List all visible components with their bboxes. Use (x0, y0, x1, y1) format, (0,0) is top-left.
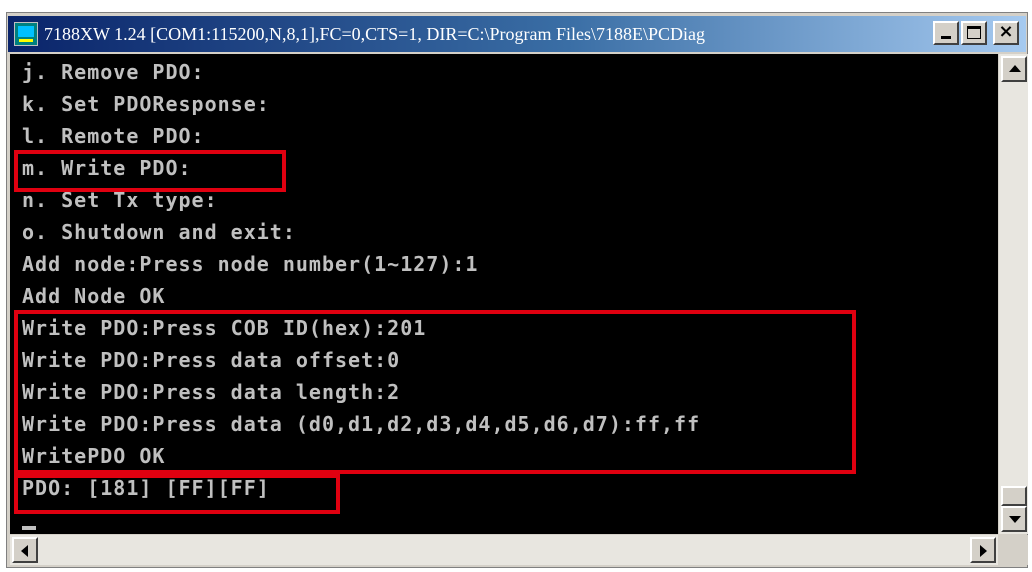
vertical-scrollbar[interactable] (999, 54, 1028, 534)
console-line-remote-pdo: l. Remote PDO: (22, 124, 205, 148)
vertical-scroll-thumb[interactable] (1001, 486, 1027, 506)
console-line-cob-id: Write PDO:Press COB ID(hex):201 (22, 316, 427, 340)
console-line-write-pdo-menu: m. Write PDO: (22, 156, 192, 180)
console-line-write-pdo-ok: WritePDO OK (22, 444, 166, 468)
close-icon: × (998, 21, 1014, 42)
console-line-add-node-ok: Add Node OK (22, 284, 166, 308)
scroll-up-button[interactable] (1001, 56, 1027, 82)
arrow-right-icon (980, 545, 987, 557)
console-line-remove-pdo: j. Remove PDO: (22, 60, 205, 84)
text-cursor (22, 526, 36, 530)
minimize-icon (941, 36, 951, 39)
size-grip[interactable] (999, 535, 1028, 565)
console-line-data-offset: Write PDO:Press data offset:0 (22, 348, 401, 372)
console-line-data-values: Write PDO:Press data (d0,d1,d2,d3,d4,d5,… (22, 412, 701, 436)
console-line-set-pdo-response: k. Set PDOResponse: (22, 92, 270, 116)
console-line-add-node-prompt: Add node:Press node number(1~127):1 (22, 252, 479, 276)
console-line-pdo-result: PDO: [181] [FF][FF] (22, 476, 270, 500)
app-icon-screen (18, 26, 34, 37)
scroll-left-button[interactable] (12, 537, 38, 563)
minimize-button[interactable] (933, 21, 959, 45)
app-icon-bar (19, 39, 33, 42)
arrow-up-icon (1009, 65, 1021, 72)
window-title: 7188XW 1.24 [COM1:115200,N,8,1],FC=0,CTS… (44, 24, 705, 44)
console-line-set-tx-type: n. Set Tx type: (22, 188, 218, 212)
scroll-down-button[interactable] (1001, 506, 1027, 532)
maximize-icon (967, 26, 981, 39)
console-output[interactable]: j. Remove PDO: k. Set PDOResponse: l. Re… (10, 54, 998, 534)
title-bar[interactable]: 7188XW 1.24 [COM1:115200,N,8,1],FC=0,CTS… (8, 16, 1026, 52)
arrow-left-icon (21, 545, 28, 557)
console-line-shutdown: o. Shutdown and exit: (22, 220, 296, 244)
arrow-down-icon (1009, 516, 1021, 523)
app-icon[interactable] (14, 22, 38, 46)
horizontal-scrollbar[interactable] (10, 535, 998, 565)
scroll-right-button[interactable] (970, 537, 996, 563)
console-line-data-length: Write PDO:Press data length:2 (22, 380, 401, 404)
close-button[interactable]: × (993, 21, 1019, 45)
maximize-button[interactable] (961, 21, 987, 45)
